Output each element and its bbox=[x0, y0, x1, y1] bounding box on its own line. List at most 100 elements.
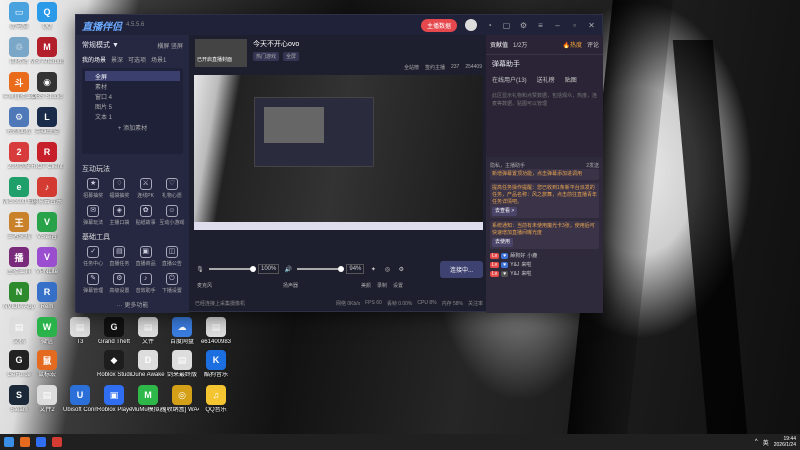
category-tag[interactable]: 热门游戏 bbox=[253, 52, 280, 61]
desktop-icon[interactable]: M MuMu模拟器 bbox=[131, 385, 165, 414]
tab-contribution[interactable]: 贡献值 bbox=[490, 40, 508, 49]
scene-item[interactable]: 窗口 4 bbox=[85, 91, 180, 101]
maximize-icon[interactable]: ▫ bbox=[570, 21, 579, 30]
desktop-icon[interactable]: ♫ QQ音乐 bbox=[199, 385, 233, 414]
desktop-icon[interactable]: ▤ 文件 bbox=[131, 317, 165, 346]
tab-gift-rank[interactable]: 送礼榜 bbox=[537, 75, 555, 84]
tool-item[interactable]: ⚙ 高级设置 bbox=[106, 273, 132, 294]
scene-item[interactable]: 图片 5 bbox=[85, 101, 180, 111]
tool-item[interactable]: ♡ 礼物心愿 bbox=[159, 178, 185, 199]
desktop-icon[interactable]: ◉ OBS Studio bbox=[30, 72, 64, 101]
desktop-icon[interactable]: W 微信 bbox=[30, 317, 64, 346]
chat-user[interactable]: 舔狗好 bbox=[510, 252, 525, 259]
desktop-icon[interactable]: G Grand Theft bbox=[97, 317, 131, 346]
headset-icon[interactable]: ◔ bbox=[485, 21, 494, 30]
scene-item[interactable]: 全屏 bbox=[85, 71, 180, 81]
more-functions-button[interactable]: ··· 更多功能 bbox=[76, 300, 189, 309]
beauty-icon[interactable]: ✦ bbox=[368, 266, 378, 273]
avatar[interactable] bbox=[465, 19, 477, 31]
mode-selector[interactable]: 常规模式 ▼ bbox=[82, 40, 119, 50]
desktop-icon[interactable]: Q QQ bbox=[30, 2, 64, 31]
tab-progress[interactable]: 1/2万 bbox=[513, 40, 527, 49]
tool-item[interactable]: ✓ 任务中心 bbox=[80, 246, 106, 267]
mic-volume-slider[interactable] bbox=[209, 266, 256, 272]
tool-item[interactable]: ★ 招募抽奖 bbox=[80, 178, 106, 199]
tool-item[interactable]: ▣ 直播商品 bbox=[133, 246, 159, 267]
speaker-volume-slider[interactable] bbox=[297, 266, 345, 272]
desktop-icon[interactable]: ♪ 网易云音乐 bbox=[30, 177, 64, 206]
tool-item[interactable]: ♢ 福袋抽奖 bbox=[106, 178, 132, 199]
speaker-icon[interactable]: 🔊 bbox=[283, 266, 293, 273]
desktop-icon[interactable]: D Dune Awakening bbox=[131, 350, 165, 379]
scene-tab[interactable]: 我的场景 bbox=[82, 55, 106, 64]
tab-comment[interactable]: 评论 bbox=[587, 40, 599, 49]
add-material-button[interactable]: + 添加素材 bbox=[85, 123, 180, 132]
stream-cover[interactable]: 已开启直播封面 bbox=[195, 39, 247, 67]
desktop-icon[interactable]: V VPNLite bbox=[30, 247, 64, 276]
orientation-toggle[interactable]: 横屏 竖屏 bbox=[157, 41, 183, 50]
close-icon[interactable]: ✕ bbox=[587, 21, 596, 30]
desktop-icon[interactable]: L 英雄联盟 bbox=[30, 107, 64, 136]
slider-knob[interactable] bbox=[338, 266, 345, 272]
hot-badge[interactable]: 🔥热度 bbox=[563, 40, 582, 49]
title-bar[interactable]: 直播伴侣 4.5.5.6 主播数据 ◔ ▢ ⚙ ≡ – ▫ ✕ bbox=[76, 15, 602, 35]
message-icon[interactable]: ▢ bbox=[502, 21, 511, 30]
tool-item[interactable]: ✎ 弹幕管理 bbox=[80, 273, 106, 294]
scene-item[interactable]: 文本 1 bbox=[85, 111, 180, 121]
desktop-icon[interactable]: K 酷狗音乐 bbox=[199, 350, 233, 379]
desktop-icon[interactable]: V VS调音 bbox=[30, 212, 64, 241]
mic-icon[interactable]: 🎙 bbox=[195, 266, 205, 273]
taskbar-app-icon[interactable] bbox=[20, 437, 30, 447]
tab-online-users[interactable]: 在线用户(13) bbox=[492, 75, 527, 84]
minimize-icon[interactable]: – bbox=[553, 21, 562, 30]
view-task-button[interactable]: 去查看 > bbox=[492, 207, 518, 216]
desktop-icon[interactable]: ▤ T3 bbox=[63, 317, 97, 346]
desktop-icon[interactable]: ☁ 百度网盘 bbox=[165, 317, 199, 346]
tool-item[interactable]: ♪ 音效助手 bbox=[133, 273, 159, 294]
desktop-icon[interactable]: ▤ 文件2 bbox=[30, 385, 64, 414]
tool-item[interactable]: ☺ 互动小游戏 bbox=[159, 205, 185, 226]
desktop-icon[interactable]: ▤ e61400983 bbox=[199, 317, 233, 346]
desktop-icon[interactable]: 鼠鼠标宏 bbox=[30, 350, 64, 379]
desktop-icon[interactable]: ▤ 剑来最终版 bbox=[165, 350, 199, 379]
scene-tab[interactable]: 可选项 bbox=[128, 55, 146, 64]
desktop-icon[interactable]: ◆ Roblox Studio bbox=[97, 350, 131, 379]
stream-title[interactable]: 今天不开心ovo bbox=[253, 39, 482, 49]
gear-icon[interactable]: ⚙ bbox=[396, 266, 406, 273]
start-icon[interactable] bbox=[4, 437, 14, 447]
tool-item[interactable]: ✉ 弹幕玩法 bbox=[80, 205, 106, 226]
tool-item[interactable]: ⏻ 下播设置 bbox=[159, 273, 185, 294]
tool-item[interactable]: ⚔ 连线PK bbox=[133, 178, 159, 199]
layout-tag[interactable]: 全屏 bbox=[283, 52, 300, 61]
tool-item[interactable]: ◈ 主播口袋 bbox=[106, 205, 132, 226]
chat-user[interactable]: 小鹿 bbox=[527, 252, 537, 259]
taskbar-app-icon[interactable] bbox=[52, 437, 62, 447]
stream-preview[interactable] bbox=[194, 75, 483, 230]
settings-icon[interactable]: ⚙ bbox=[519, 21, 528, 30]
tray-lang[interactable]: 英 bbox=[763, 438, 769, 447]
desktop-icon[interactable]: R RIOT Client bbox=[30, 142, 64, 171]
scene-item[interactable]: 素材 bbox=[85, 81, 180, 91]
scene-tab[interactable]: 景深 bbox=[111, 55, 123, 64]
desktop-icon[interactable]: U Ubisoft Connect bbox=[63, 385, 97, 414]
scene-tab[interactable]: 场景1 bbox=[151, 55, 166, 64]
slider-knob[interactable] bbox=[250, 266, 256, 272]
record-icon[interactable]: ◎ bbox=[382, 266, 392, 273]
menu-icon[interactable]: ≡ bbox=[536, 21, 545, 30]
tool-item[interactable]: ▤ 直播任务 bbox=[106, 246, 132, 267]
tool-item[interactable]: ◫ 直播公告 bbox=[159, 246, 185, 267]
anchor-data-button[interactable]: 主播数据 bbox=[420, 18, 457, 32]
chat-user[interactable]: Y&J bbox=[510, 271, 519, 277]
desktop-icon[interactable]: ▣ Roblox Player bbox=[97, 385, 131, 414]
start-live-button[interactable]: 连接中... bbox=[439, 260, 483, 278]
taskbar-app-icon[interactable] bbox=[36, 437, 46, 447]
desktop-icon[interactable]: ◎ [收纳盒] WA47 bbox=[165, 385, 199, 414]
use-card-button[interactable]: 去使用 bbox=[492, 238, 514, 247]
tab-stickers[interactable]: 贴图 bbox=[565, 75, 577, 84]
tool-item[interactable]: ✿ 贴纸故事 bbox=[133, 205, 159, 226]
tray-chevron-icon[interactable]: ^ bbox=[755, 439, 758, 445]
clock[interactable]: 19:44 2026/1/24 bbox=[774, 436, 796, 448]
chat-user[interactable]: Y&J bbox=[510, 262, 519, 268]
desktop-icon[interactable]: M MSI Afterburner bbox=[30, 37, 64, 66]
desktop-icon[interactable]: R Rem bbox=[30, 282, 64, 311]
